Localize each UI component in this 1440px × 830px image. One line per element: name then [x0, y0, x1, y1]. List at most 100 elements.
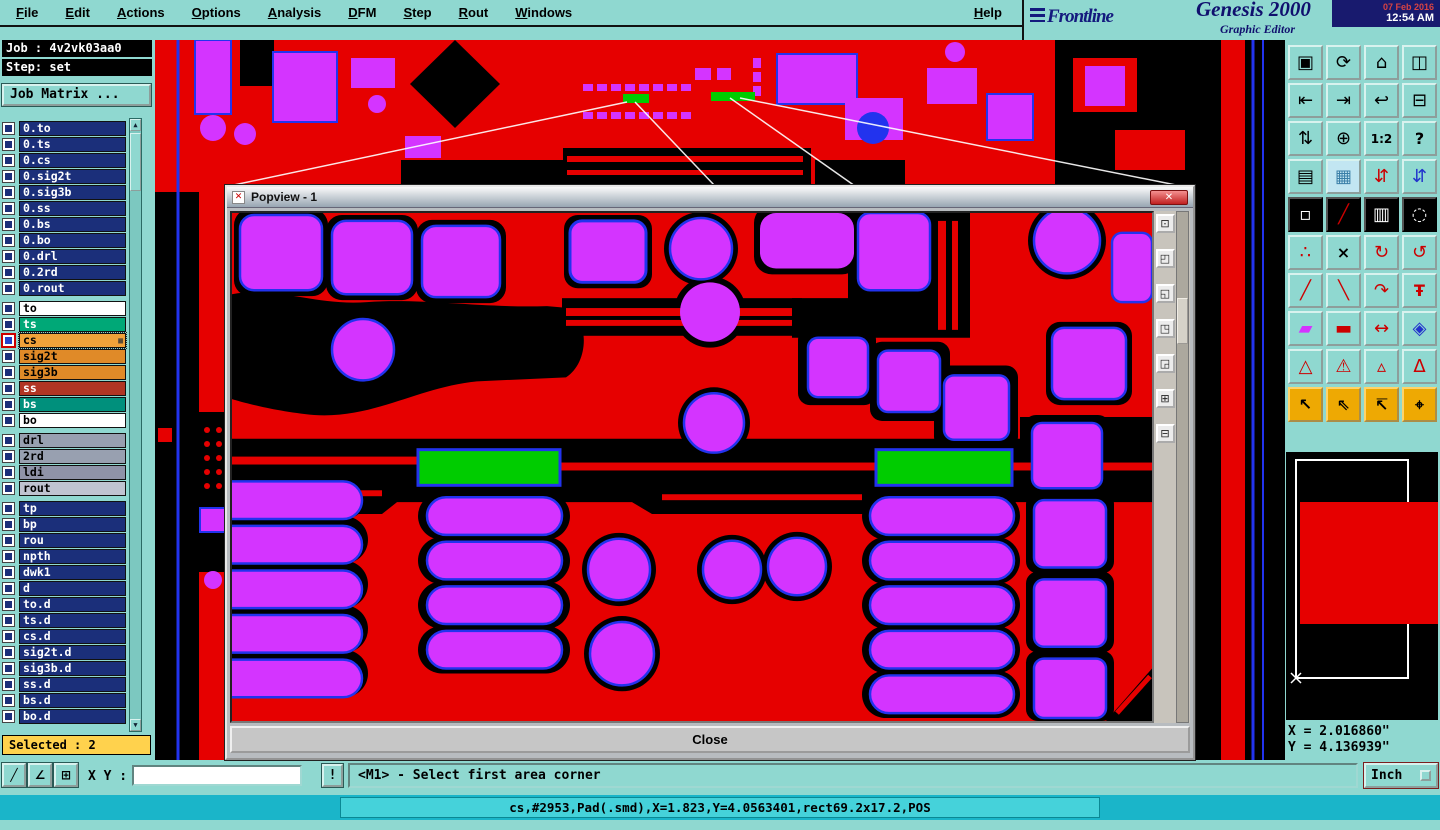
- layer-checkbox[interactable]: [2, 629, 15, 643]
- layer-label-selected[interactable]: cs ▦: [18, 331, 127, 349]
- popview-zoom-out-button[interactable]: ⊟: [1155, 424, 1175, 443]
- layer-label[interactable]: bs.d: [19, 692, 126, 708]
- popview-titlebar[interactable]: ✕ Popview - 1 ✕: [227, 187, 1193, 208]
- layer-checkbox[interactable]: [2, 201, 15, 215]
- drc-triangle-3-button[interactable]: ▵: [1364, 349, 1399, 384]
- layer-checkbox[interactable]: [2, 517, 15, 531]
- layer-label[interactable]: ts: [19, 316, 126, 332]
- layer-label[interactable]: 0.bs: [19, 216, 126, 232]
- layer-label[interactable]: to: [19, 300, 126, 316]
- layer-checkbox[interactable]: [2, 317, 15, 331]
- view-reset-button[interactable]: ▣: [1288, 45, 1323, 80]
- view-home-button[interactable]: ⌂: [1364, 45, 1399, 80]
- line-tool-button[interactable]: ╱: [1, 762, 27, 788]
- layer-label[interactable]: bo: [19, 412, 126, 428]
- job-matrix-button[interactable]: Job Matrix ...: [1, 83, 152, 107]
- layer-checkbox[interactable]: [2, 533, 15, 547]
- pad-tool-button[interactable]: ▰: [1288, 311, 1323, 346]
- layer-checkbox[interactable]: [2, 597, 15, 611]
- layer-label[interactable]: 0.ss: [19, 200, 126, 216]
- menu-options[interactable]: Options: [192, 5, 241, 20]
- drc-triangle-4-button[interactable]: Δ: [1402, 349, 1437, 384]
- layer-label[interactable]: ss.d: [19, 676, 126, 692]
- popview-scroll-thumb[interactable]: [1177, 298, 1188, 344]
- layer-checkbox[interactable]: [2, 397, 15, 411]
- scroll-up-button[interactable]: ▲: [130, 119, 141, 131]
- popview-zoom-in-button[interactable]: ⊞: [1155, 389, 1175, 408]
- layer-label[interactable]: sig2t: [19, 348, 126, 364]
- layer-label[interactable]: bo.d: [19, 708, 126, 724]
- layer-checkbox[interactable]: [2, 349, 15, 363]
- pan-right-button[interactable]: ⇥: [1326, 83, 1361, 118]
- layer-label[interactable]: tp: [19, 500, 126, 516]
- menu-analysis[interactable]: Analysis: [268, 5, 321, 20]
- layer-checkbox[interactable]: [2, 185, 15, 199]
- layer-checkbox[interactable]: [2, 613, 15, 627]
- layer-label[interactable]: sig3b: [19, 364, 126, 380]
- popview-pan-down-right-button[interactable]: ◲: [1155, 354, 1175, 373]
- layer-checkbox[interactable]: [2, 501, 15, 515]
- layer-checkbox-selected[interactable]: [2, 333, 15, 347]
- draw-line-2-button[interactable]: ╲: [1326, 273, 1361, 308]
- popview-close-x-button[interactable]: ✕: [1150, 189, 1188, 205]
- layer-label[interactable]: 0.sig3b: [19, 184, 126, 200]
- pan-left-button[interactable]: ⇤: [1288, 83, 1323, 118]
- menu-edit[interactable]: Edit: [65, 5, 90, 20]
- popview-pan-down-left-button[interactable]: ◱: [1155, 284, 1175, 303]
- layer-checkbox[interactable]: [2, 381, 15, 395]
- scroll-track[interactable]: [130, 131, 141, 719]
- layer-checkbox[interactable]: [2, 581, 15, 595]
- view-refresh-button[interactable]: ⟳: [1326, 45, 1361, 80]
- layer-label[interactable]: sig3b.d: [19, 660, 126, 676]
- layer-checkbox[interactable]: [2, 233, 15, 247]
- drc-triangle-2-button[interactable]: ⚠: [1326, 349, 1361, 384]
- layer-checkbox[interactable]: [2, 481, 15, 495]
- menu-help[interactable]: Help: [974, 5, 1002, 20]
- zoom-in-out-button[interactable]: ⇅: [1288, 121, 1323, 156]
- menu-file[interactable]: File: [16, 5, 38, 20]
- units-button[interactable]: Inch: [1363, 762, 1439, 789]
- menu-rout[interactable]: Rout: [459, 5, 489, 20]
- layer-label[interactable]: 0.rout: [19, 280, 126, 296]
- layer-label[interactable]: bp: [19, 516, 126, 532]
- layer-checkbox[interactable]: [2, 565, 15, 579]
- layer-checkbox[interactable]: [2, 449, 15, 463]
- menu-actions[interactable]: Actions: [117, 5, 165, 20]
- menu-dfm[interactable]: DFM: [348, 5, 376, 20]
- view-minimize-button[interactable]: ⊟: [1402, 83, 1437, 118]
- xy-input[interactable]: [132, 765, 302, 786]
- layer-checkbox[interactable]: [2, 169, 15, 183]
- clear-highlight-button[interactable]: ×: [1326, 235, 1361, 270]
- menu-windows[interactable]: Windows: [515, 5, 572, 20]
- layer-scrollbar[interactable]: ▲ ▼: [129, 118, 142, 732]
- layer-label[interactable]: 0.to: [19, 120, 126, 136]
- negative-mode-button[interactable]: ▫: [1288, 197, 1323, 232]
- layer-label[interactable]: to.d: [19, 596, 126, 612]
- layer-label[interactable]: rou: [19, 532, 126, 548]
- layer-label[interactable]: 0.bo: [19, 232, 126, 248]
- layer-label[interactable]: 0.drl: [19, 248, 126, 264]
- drc-triangle-1-button[interactable]: △: [1288, 349, 1323, 384]
- layer-label[interactable]: sig2t.d: [19, 644, 126, 660]
- layer-label[interactable]: 0.ts: [19, 136, 126, 152]
- layer-checkbox[interactable]: [2, 301, 15, 315]
- slot-tool-button[interactable]: ▬: [1326, 311, 1361, 346]
- highlight-lines-button[interactable]: ╱: [1326, 197, 1361, 232]
- layer-checkbox[interactable]: [2, 677, 15, 691]
- view-tile-button[interactable]: ◫: [1402, 45, 1437, 80]
- layer-checkbox[interactable]: [2, 137, 15, 151]
- popview-canvas[interactable]: [230, 211, 1154, 723]
- grid-tool-button[interactable]: ⊞: [53, 762, 79, 788]
- circle-guide-button[interactable]: ◌: [1402, 197, 1437, 232]
- select-target-button[interactable]: ⌖: [1402, 387, 1437, 422]
- popview-scrollbar[interactable]: [1176, 211, 1189, 723]
- zoom-center-button[interactable]: ⊕: [1326, 121, 1361, 156]
- popview-pan-up-left-button[interactable]: ◰: [1155, 249, 1175, 268]
- layer-checkbox[interactable]: [2, 153, 15, 167]
- angle-tool-button[interactable]: ∠: [27, 762, 53, 788]
- popview-zoom-window-button[interactable]: ⊡: [1155, 214, 1175, 233]
- overview-navigator[interactable]: [1286, 452, 1438, 720]
- select-pointer-button[interactable]: ↖: [1288, 387, 1323, 422]
- layer-checkbox[interactable]: [2, 693, 15, 707]
- layer-checkbox[interactable]: [2, 661, 15, 675]
